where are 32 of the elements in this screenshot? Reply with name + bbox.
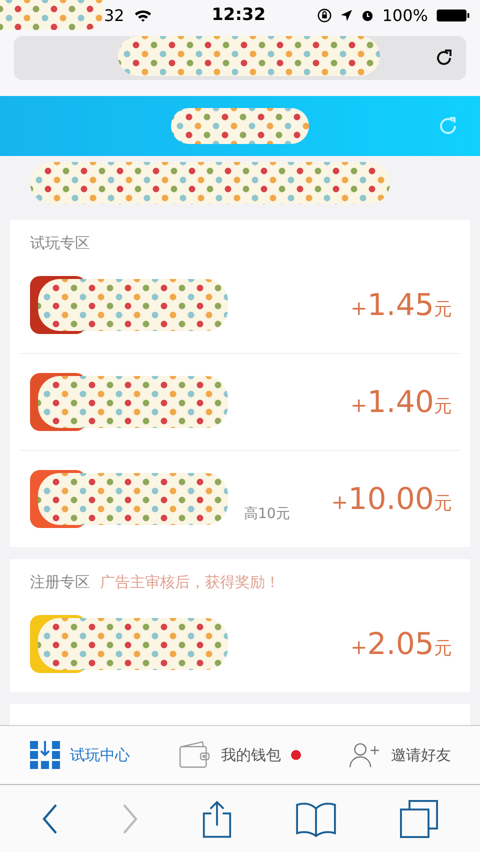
clock-time: 12:32 xyxy=(210,5,267,25)
section-title: 注册专区 xyxy=(30,573,90,592)
share-icon[interactable] xyxy=(202,800,232,838)
battery-percent: 100% xyxy=(382,6,428,24)
tabs-icon[interactable] xyxy=(400,800,438,838)
task-row[interactable]: +2.05元 xyxy=(20,596,460,692)
reward-amount: +1.45元 xyxy=(350,288,452,322)
rotation-lock-icon xyxy=(317,8,332,22)
reward-amount: +10.00元 xyxy=(331,482,452,516)
tab[interactable]: 邀请好友 xyxy=(320,726,480,784)
back-icon[interactable] xyxy=(42,804,58,834)
wifi-icon xyxy=(134,8,152,22)
bookmarks-icon[interactable] xyxy=(296,800,336,836)
carrier-text: 32 xyxy=(104,6,124,24)
add-person-icon xyxy=(349,741,381,769)
grid-icon xyxy=(30,741,60,769)
battery-icon xyxy=(436,8,470,22)
task-row[interactable]: 高10元 +10.00元 xyxy=(20,451,460,547)
section-title: 试玩专区 xyxy=(30,234,90,253)
task-row[interactable]: +1.40元 xyxy=(20,354,460,451)
address-bar[interactable] xyxy=(14,36,466,80)
reward-amount: +2.05元 xyxy=(350,626,452,662)
task-note: 高10元 xyxy=(244,505,290,523)
alarm-icon xyxy=(361,8,374,22)
tab[interactable]: 试玩中心 xyxy=(0,726,160,784)
location-icon xyxy=(340,8,354,22)
tab[interactable]: 我的钱包 xyxy=(160,726,320,784)
wallet-icon xyxy=(179,741,211,769)
reload-icon[interactable] xyxy=(434,48,454,68)
section-note: 广告主审核后，获得奖励！ xyxy=(100,573,280,592)
task-row[interactable]: +1.45元 xyxy=(20,257,460,354)
reward-amount: +1.40元 xyxy=(350,384,452,420)
